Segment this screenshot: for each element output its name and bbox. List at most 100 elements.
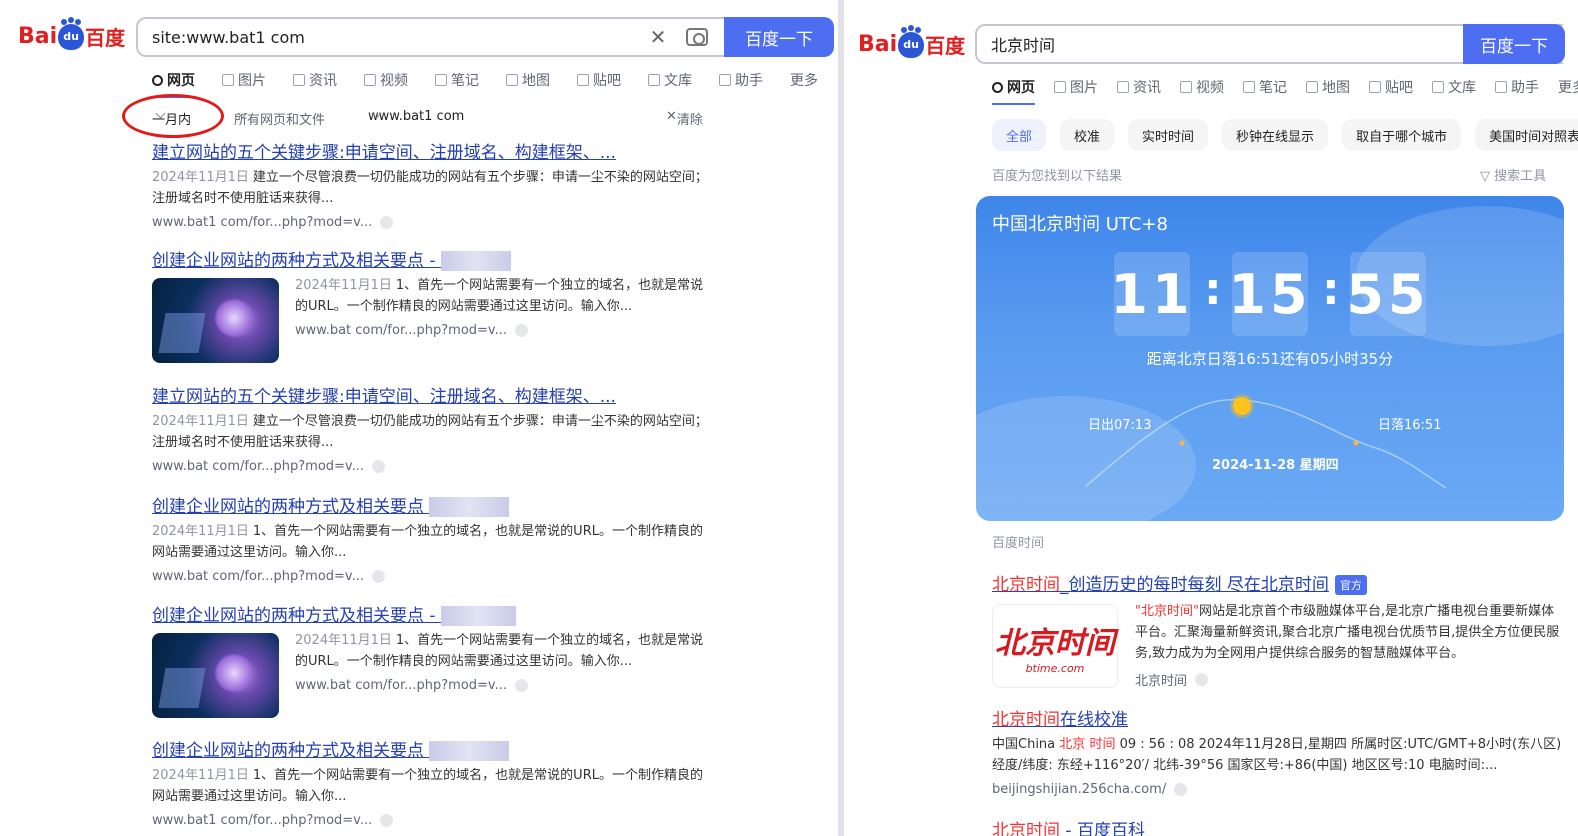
annotation-circle: [122, 94, 224, 138]
tab-map[interactable]: 地图: [506, 70, 550, 90]
result-url-text: www.bat1 com/for...php?mod=v...: [152, 215, 373, 230]
result-url[interactable]: www.bat1 com/for...php?mod=v...: [152, 215, 712, 230]
result-title[interactable]: 建立网站的五个关键步骤:申请空间、注册域名、构建框架、...: [152, 138, 712, 163]
result-url[interactable]: www.bat com/for...php?mod=v...: [152, 569, 712, 584]
result-title[interactable]: 建立网站的五个关键步骤:申请空间、注册域名、构建框架、...: [152, 382, 712, 407]
type-filter[interactable]: 所有网页和文件: [234, 108, 325, 128]
tab-wenku[interactable]: 文库: [1432, 77, 1476, 97]
search-result: 创建企业网站的两种方式及相关要点 - 2024年11月1日 1、首先一个网站需要有…: [152, 601, 712, 718]
tab-label: 地图: [522, 73, 550, 89]
result-site[interactable]: 北京时间: [1135, 670, 1562, 689]
image-icon: [1054, 81, 1066, 93]
chip-city[interactable]: 取自于哪个城市: [1342, 119, 1462, 151]
logo-bai-text: Bai: [18, 24, 58, 49]
tab-more[interactable]: 更多: [1558, 77, 1578, 97]
result-url[interactable]: www.bat com/for...php?mod=v...: [295, 323, 712, 338]
chip-realtime[interactable]: 实时时间: [1128, 119, 1209, 151]
shield-icon: [515, 679, 528, 692]
tab-web[interactable]: 网页: [152, 70, 195, 98]
search-button[interactable]: 百度一下: [724, 17, 834, 57]
tab-label: 网页: [167, 73, 195, 89]
result-title[interactable]: 北京时间在线校准: [992, 705, 1562, 730]
tab-label: 文库: [664, 73, 692, 89]
official-badge: 官方: [1334, 575, 1367, 595]
chip-seconds[interactable]: 秒钟在线显示: [1222, 119, 1329, 151]
tab-label: 网页: [1007, 80, 1035, 96]
logo-text: 北京时间: [995, 625, 1115, 661]
tab-images[interactable]: 图片: [222, 70, 266, 90]
search-result: 创建企业网站的两种方式及相关要点 - 2024年11月1日 1、首先一个网站需要有…: [152, 246, 712, 363]
result-url[interactable]: www.bat com/for...php?mod=v...: [152, 459, 712, 474]
tab-label: 贴吧: [593, 73, 621, 89]
result-title[interactable]: 创建企业网站的两种方式及相关要点 -: [152, 601, 712, 626]
result-date: 2024年11月1日: [152, 414, 249, 429]
chip-us-time[interactable]: 美国时间对照表: [1475, 119, 1578, 151]
search-query-text[interactable]: 北京时间: [977, 32, 1487, 56]
chip-calibrate[interactable]: 校准: [1060, 119, 1115, 151]
chip-all[interactable]: 全部: [992, 119, 1047, 151]
tab-notes[interactable]: 笔记: [1243, 77, 1287, 97]
camera-icon[interactable]: [686, 28, 708, 46]
tab-label: 视频: [1196, 80, 1224, 96]
related-chips: 全部 校准 实时时间 秒钟在线显示 取自于哪个城市 美国时间对照表: [992, 119, 1578, 151]
tab-tieba[interactable]: 贴吧: [1369, 77, 1413, 97]
result-desc: 2024年11月1日 1、首先一个网站需要有一个独立的域名，也就是常说的URL。一…: [295, 630, 712, 672]
map-icon: [1306, 81, 1318, 93]
result-date: 2024年11月1日: [152, 768, 249, 783]
tab-more[interactable]: 更多: [790, 70, 818, 90]
baidu-logo[interactable]: Bai du 百度: [858, 26, 965, 59]
tab-web[interactable]: 网页: [992, 77, 1035, 105]
result-title[interactable]: 创建企业网站的两种方式及相关要点: [152, 492, 712, 517]
desc-text: 网站是北京首个市级融媒体平台,是北京广播电视台重要新媒体平台。汇聚海量新鲜资讯,…: [1135, 604, 1560, 661]
tab-map[interactable]: 地图: [1306, 77, 1350, 97]
result-title-text: 创建企业网站的两种方式及相关要点 -: [152, 606, 441, 626]
result-thumbnail[interactable]: [152, 633, 279, 718]
tab-images[interactable]: 图片: [1054, 77, 1098, 97]
search-button[interactable]: 百度一下: [1463, 24, 1565, 64]
search-result: 创建企业网站的两种方式及相关要点 2024年11月1日 1、首先一个网站需要有一个…: [152, 492, 712, 584]
result-url-text: www.bat com/for...php?mod=v...: [152, 459, 364, 474]
source-label: 百度时间: [992, 536, 1045, 551]
result-title[interactable]: 北京时间_创造历史的每时每刻 尽在北京时间 官方: [992, 570, 1562, 595]
tab-tieba[interactable]: 贴吧: [577, 70, 621, 90]
search-result: 建立网站的五个关键步骤:申请空间、注册域名、构建框架、... 2024年11月1…: [152, 138, 712, 230]
tab-assistant[interactable]: 助手: [719, 70, 763, 90]
result-url[interactable]: beijingshijian.256cha.com/: [992, 782, 1562, 797]
tab-wenku[interactable]: 文库: [648, 70, 692, 90]
title-text: _创造历史的每时每刻 尽在北京时间: [1060, 575, 1329, 595]
ai-icon: [1495, 81, 1507, 93]
search-input[interactable]: site:www.bat1 com ✕: [136, 17, 724, 57]
tab-assistant[interactable]: 助手: [1495, 77, 1539, 97]
tab-video[interactable]: 视频: [1180, 77, 1224, 97]
notes-icon: [435, 74, 447, 86]
desc-highlight: "北京时间": [1135, 604, 1199, 619]
paw-icon: du: [898, 26, 925, 58]
result-title[interactable]: 创建企业网站的两种方式及相关要点 -: [152, 246, 712, 271]
result-thumbnail[interactable]: [152, 278, 279, 363]
result-body: 2024年11月1日 1、首先一个网站需要有一个独立的域名，也就是常说的URL。一…: [295, 630, 712, 693]
btime-logo[interactable]: 北京时间 btime.com: [992, 604, 1118, 688]
tab-notes[interactable]: 笔记: [435, 70, 479, 90]
doc-icon: [1432, 81, 1444, 93]
search-query-text[interactable]: site:www.bat1 com: [138, 28, 648, 47]
result-desc: 2024年11月1日 1、首先一个网站需要有一个独立的域名，也就是常说的URL。一…: [295, 275, 712, 317]
tab-news[interactable]: 资讯: [293, 70, 337, 90]
result-title[interactable]: 创建企业网站的两种方式及相关要点: [152, 736, 712, 761]
clear-filter-button[interactable]: ✕ 清除: [666, 109, 703, 128]
site-filter[interactable]: www.bat1 com: [368, 108, 464, 124]
tab-label: 资讯: [309, 73, 337, 89]
result-url[interactable]: www.bat1 com/for...php?mod=v...: [152, 813, 712, 828]
title-text: 在线校准: [1060, 710, 1128, 730]
clear-icon[interactable]: ✕: [648, 25, 668, 49]
result-body: 2024年11月1日 1、首先一个网站需要有一个独立的域名，也就是常说的URL。一…: [295, 275, 712, 338]
result-title-text: 创建企业网站的两种方式及相关要点 -: [152, 251, 441, 271]
baidu-logo[interactable]: Bai du 百度: [18, 18, 125, 51]
result-title[interactable]: 北京时间 - 百度百科: [992, 816, 1562, 836]
tab-news[interactable]: 资讯: [1117, 77, 1161, 97]
search-tools-button[interactable]: ▽ 搜索工具: [1480, 165, 1546, 184]
search-result: 建立网站的五个关键步骤:申请空间、注册域名、构建框架、... 2024年11月1…: [152, 382, 712, 474]
result-body: "北京时间"网站是北京首个市级融媒体平台,是北京广播电视台重要新媒体平台。汇聚海…: [1135, 601, 1562, 689]
result-url[interactable]: www.bat com/for...php?mod=v...: [295, 678, 712, 693]
time-card: 中国北京时间 UTC+8 11 : 15 : 55 距离北京日落16:51还有0…: [976, 196, 1564, 521]
tab-video[interactable]: 视频: [364, 70, 408, 90]
